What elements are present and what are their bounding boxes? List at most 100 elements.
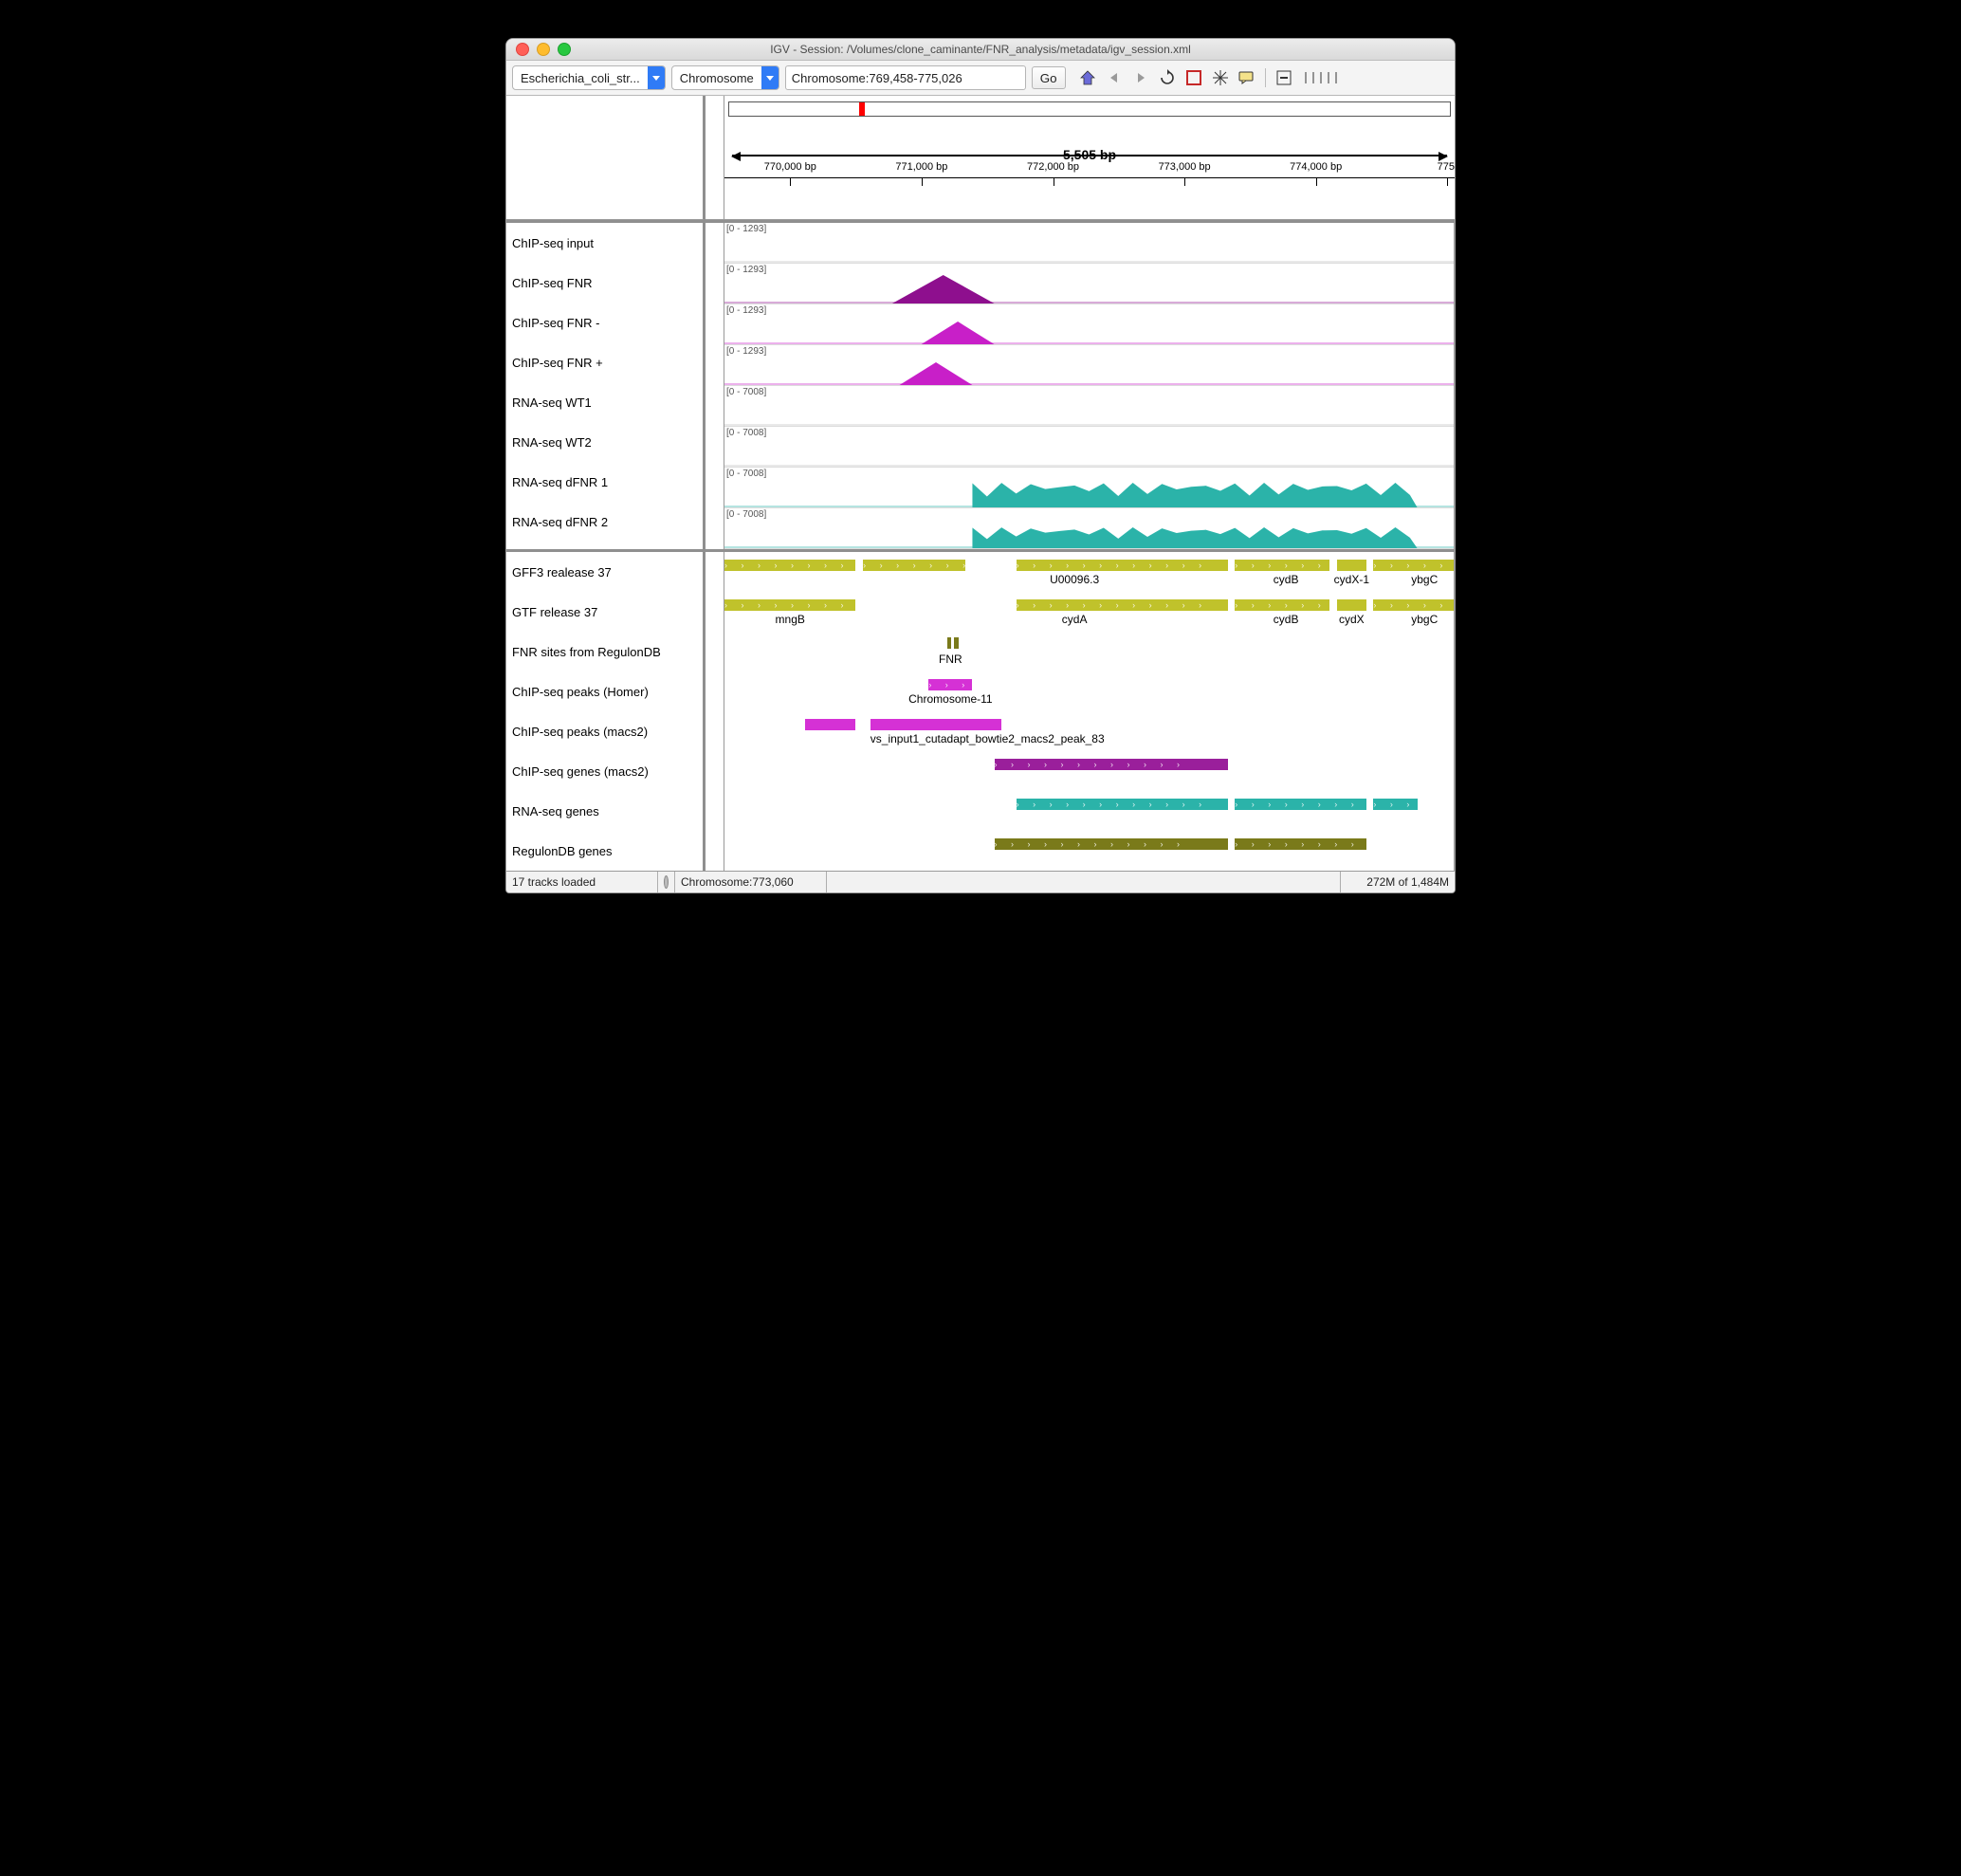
track-name[interactable]: ChIP-seq FNR +	[506, 342, 703, 382]
track-name[interactable]: RNA-seq genes	[506, 791, 703, 831]
feature-bar[interactable]	[954, 637, 959, 649]
chevron-icon: › › › › › › › › › › › ›	[1017, 600, 1228, 610]
track-name[interactable]: FNR sites from RegulonDB	[506, 632, 703, 671]
feature-label: U00096.3	[1050, 573, 1099, 586]
track-name[interactable]: ChIP-seq peaks (Homer)	[506, 671, 703, 711]
feature-label: cydX-1	[1334, 573, 1369, 586]
track-range: [0 - 1293]	[726, 346, 766, 357]
status-memory: 272M of 1,484M	[1341, 872, 1455, 892]
main-panel: 5,505 bp 770,000 bp771,000 bp772,000 bp7…	[506, 96, 1455, 871]
overview-gutter	[706, 96, 724, 220]
chevron-icon: › › › › › › › › › › › ›	[1373, 600, 1454, 610]
feature-track[interactable]: vs_input1_cutadapt_bowtie2_macs2_peak_83	[724, 711, 1454, 751]
chevron-icon: › › › › › › › › › › › ›	[1235, 600, 1329, 610]
feature-track[interactable]: › › › › › › › › › › › ›› › › › › › › › ›…	[724, 831, 1454, 871]
overview-panel[interactable]: 5,505 bp 770,000 bp771,000 bp772,000 bp7…	[724, 96, 1455, 220]
track-name[interactable]: RegulonDB genes	[506, 831, 703, 871]
forward-icon[interactable]	[1132, 69, 1149, 86]
track-name[interactable]: ChIP-seq input	[506, 223, 703, 263]
locus-input[interactable]: Chromosome:769,458-775,026	[785, 65, 1026, 90]
feature-bar[interactable]	[1337, 599, 1366, 611]
titlebar: IGV - Session: /Volumes/clone_caminante/…	[506, 39, 1455, 61]
go-button[interactable]: Go	[1032, 66, 1066, 89]
track-name[interactable]: RNA-seq dFNR 2	[506, 502, 703, 542]
feature-bar[interactable]	[871, 719, 1001, 730]
feature-names: GFF3 realease 37GTF release 37FNR sites …	[506, 552, 706, 871]
track-name[interactable]: ChIP-seq FNR	[506, 263, 703, 303]
feature-label: ybgC	[1411, 613, 1438, 626]
chevron-icon: › › › › › › › › › › › ›	[863, 561, 965, 570]
coverage-track[interactable]: [0 - 7008]	[724, 386, 1454, 427]
chevron-icon: › › › › › › › › › › › ›	[724, 561, 855, 570]
feature-track[interactable]: › › › › › › › › › › › › › › › › › › › › ›…	[724, 552, 1454, 592]
zoom-out-icon[interactable]	[1275, 69, 1292, 86]
track-range: [0 - 7008]	[726, 428, 766, 438]
region-icon[interactable]	[1185, 69, 1202, 86]
coverage-track[interactable]: [0 - 7008]	[724, 468, 1454, 508]
chevron-down-icon	[648, 66, 665, 89]
status-position: Chromosome:773,060	[675, 872, 827, 892]
chevron-icon: › › › › › › › › › › › ›	[1235, 800, 1365, 809]
feature-gutter	[706, 552, 724, 871]
fit-icon[interactable]	[1212, 69, 1229, 86]
feature-track[interactable]: › › › › › › › › › › › ›	[724, 751, 1454, 791]
track-range: [0 - 7008]	[726, 387, 766, 397]
tooltip-icon[interactable]	[1238, 69, 1255, 86]
track-range: [0 - 1293]	[726, 305, 766, 316]
genome-select[interactable]: Escherichia_coli_str...	[512, 65, 666, 90]
chevron-icon: › › › › › › › › › › › ›	[1235, 839, 1365, 849]
feature-label: cydA	[1062, 613, 1088, 626]
track-name[interactable]: ChIP-seq peaks (macs2)	[506, 711, 703, 751]
track-range: [0 - 7008]	[726, 509, 766, 520]
chevron-icon: › › › › › › › › › › › ›	[724, 600, 855, 610]
feature-track[interactable]: FNR	[724, 632, 1454, 671]
feature-label: Chromosome-11	[908, 692, 992, 706]
back-icon[interactable]	[1106, 69, 1123, 86]
overview-name-panel[interactable]	[506, 96, 706, 220]
status-bar: 17 tracks loaded Chromosome:773,060 272M…	[506, 871, 1455, 892]
feature-bar[interactable]	[947, 637, 952, 649]
track-range: [0 - 1293]	[726, 224, 766, 234]
chromosome-ideogram[interactable]	[728, 101, 1451, 117]
genome-select-label: Escherichia_coli_str...	[513, 71, 648, 85]
track-name[interactable]: GTF release 37	[506, 592, 703, 632]
coverage-track[interactable]: [0 - 7008]	[724, 508, 1454, 549]
feature-track[interactable]: › › › › › › › › › › › ›Chromosome-11	[724, 671, 1454, 711]
coverage-track[interactable]: [0 - 1293]	[724, 264, 1454, 304]
coverage-track[interactable]: [0 - 1293]	[724, 345, 1454, 386]
track-name[interactable]: RNA-seq dFNR 1	[506, 462, 703, 502]
track-name[interactable]: ChIP-seq genes (macs2)	[506, 751, 703, 791]
zoom-slider[interactable]	[1302, 69, 1340, 86]
feature-bar[interactable]	[805, 719, 856, 730]
track-name[interactable]: RNA-seq WT2	[506, 422, 703, 462]
track-name[interactable]: ChIP-seq FNR -	[506, 303, 703, 342]
feature-label: cydX	[1339, 613, 1365, 626]
chevron-icon: › › › › › › › › › › › ›	[1373, 561, 1454, 570]
ruler-ticks: 770,000 bp771,000 bp772,000 bp773,000 bp…	[724, 177, 1455, 207]
status-spacer	[827, 872, 1341, 892]
coverage-track[interactable]: [0 - 1293]	[724, 304, 1454, 345]
track-name[interactable]: GFF3 realease 37	[506, 552, 703, 592]
feature-bar[interactable]	[1337, 560, 1366, 571]
feature-area[interactable]: › › › › › › › › › › › › › › › › › › › › ›…	[724, 552, 1455, 871]
home-icon[interactable]	[1079, 69, 1096, 86]
track-range: [0 - 1293]	[726, 265, 766, 275]
coverage-area[interactable]: [0 - 1293] [0 - 1293] [0 - 1293] [0 - 129…	[724, 223, 1455, 549]
coverage-track[interactable]: [0 - 1293]	[724, 223, 1454, 264]
feature-track[interactable]: › › › › › › › › › › › › › › › › › › › › ›…	[724, 592, 1454, 632]
feature-label: FNR	[939, 653, 962, 666]
chevron-icon: › › › › › › › › › › › ›	[1373, 800, 1417, 809]
coverage-track[interactable]: [0 - 7008]	[724, 427, 1454, 468]
toolbar: Escherichia_coli_str... Chromosome Chrom…	[506, 61, 1455, 96]
refresh-icon[interactable]	[1159, 69, 1176, 86]
chevron-icon: › › › › › › › › › › › ›	[1235, 561, 1329, 570]
toolbar-icons	[1079, 68, 1340, 87]
chromosome-select[interactable]: Chromosome	[671, 65, 779, 90]
coverage-names: ChIP-seq inputChIP-seq FNRChIP-seq FNR -…	[506, 223, 706, 549]
chevron-icon: › › › › › › › › › › › ›	[995, 760, 1228, 769]
track-name[interactable]: RNA-seq WT1	[506, 382, 703, 422]
feature-label: mngB	[776, 613, 805, 626]
feature-label: ybgC	[1411, 573, 1438, 586]
status-activity	[658, 872, 675, 892]
feature-track[interactable]: › › › › › › › › › › › › › › › › › › › › ›…	[724, 791, 1454, 831]
